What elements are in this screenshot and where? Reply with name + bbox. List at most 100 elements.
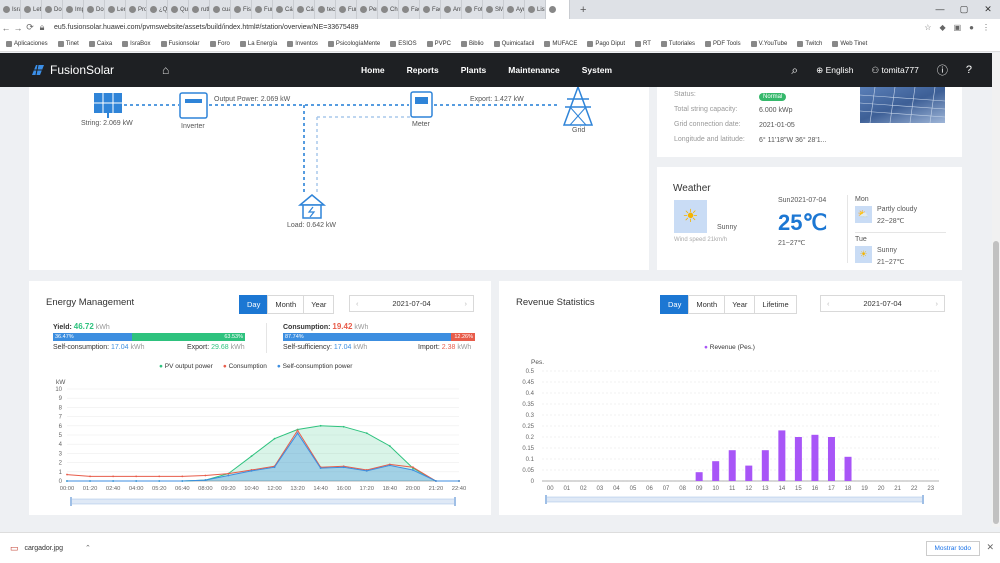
bookmark-item[interactable]: ESIOS bbox=[390, 40, 417, 47]
new-tab-icon[interactable]: + bbox=[580, 4, 586, 16]
browser-tab[interactable]: Dor bbox=[42, 0, 63, 19]
menu-plants[interactable]: Plants bbox=[461, 65, 487, 75]
browser-tab[interactable]: Cál: bbox=[294, 0, 315, 19]
profile-icon[interactable]: ● bbox=[969, 23, 974, 32]
browser-tab[interactable]: Pro bbox=[126, 0, 147, 19]
bookmark-item[interactable]: Aplicaciones bbox=[6, 40, 48, 47]
search-icon[interactable]: ⌕ bbox=[791, 63, 798, 78]
revenue-date-picker[interactable]: ‹ 2021-07-04 › bbox=[820, 295, 945, 312]
bookmark-item[interactable]: Quimicafacil bbox=[493, 40, 534, 47]
bookmark-item[interactable]: PDF Tools bbox=[705, 40, 741, 47]
browser-tab[interactable]: cua: bbox=[210, 0, 231, 19]
browser-tab[interactable]: Fun bbox=[336, 0, 357, 19]
tab-year[interactable]: Year bbox=[303, 295, 335, 314]
legend-self-consumption[interactable]: ● Self-consumption power bbox=[277, 363, 352, 370]
bookmark-item[interactable]: Foro bbox=[209, 40, 230, 47]
show-all-button[interactable]: Mostrar todo bbox=[925, 541, 980, 556]
browser-tab[interactable]: Imp bbox=[63, 0, 84, 19]
url-input[interactable]: eu5.fusionsolar.huawei.com/pvmswebsite/a… bbox=[54, 24, 924, 31]
browser-tab[interactable]: ruth bbox=[189, 0, 210, 19]
more-icon[interactable]: ⋮ bbox=[982, 23, 990, 32]
browser-tab[interactable]: List bbox=[525, 0, 546, 19]
language-selector[interactable]: ⊕ English bbox=[816, 65, 853, 76]
browser-tab[interactable]: Foti bbox=[462, 0, 483, 19]
tab-year[interactable]: Year bbox=[724, 295, 756, 314]
fusionsolar-logo[interactable]: FusionSolar bbox=[30, 63, 114, 77]
minimize-icon[interactable]: — bbox=[928, 4, 952, 15]
bookmark-item[interactable]: Caixa bbox=[88, 40, 112, 47]
bookmark-item[interactable]: PVPC bbox=[426, 40, 451, 47]
scroll-thumb[interactable] bbox=[993, 241, 999, 524]
bookmark-item[interactable]: PsicologíaMente bbox=[327, 40, 380, 47]
browser-tab[interactable]: Chil bbox=[378, 0, 399, 19]
browser-tab[interactable]: Fac bbox=[399, 0, 420, 19]
browser-tab[interactable]: Cál: bbox=[273, 0, 294, 19]
browser-tab[interactable] bbox=[546, 0, 570, 19]
star-icon[interactable]: ☆ bbox=[924, 23, 931, 32]
browser-tab[interactable]: tecr bbox=[315, 0, 336, 19]
bookmark-item[interactable]: MUFACE bbox=[544, 40, 577, 47]
back-icon[interactable]: ← bbox=[0, 23, 12, 33]
tab-day[interactable]: Day bbox=[660, 295, 690, 314]
energy-date-picker[interactable]: ‹ 2021-07-04 › bbox=[349, 295, 474, 312]
browser-tab[interactable]: Ant bbox=[441, 0, 462, 19]
browser-tab[interactable]: Dor bbox=[84, 0, 105, 19]
bookmark-item[interactable]: Web Tinet bbox=[832, 40, 867, 47]
prev-date-icon[interactable]: ‹ bbox=[356, 299, 359, 308]
close-icon[interactable]: ✕ bbox=[986, 542, 994, 553]
bookmark-item[interactable]: Twitch bbox=[797, 40, 822, 47]
browser-tab[interactable]: Fac bbox=[420, 0, 441, 19]
tab-month[interactable]: Month bbox=[688, 295, 726, 314]
browser-tab[interactable]: Fun bbox=[252, 0, 273, 19]
bookmark-item[interactable]: Tutoriales bbox=[660, 40, 695, 47]
bookmark-item[interactable]: Pago Diput bbox=[587, 40, 625, 47]
bookmark-item[interactable]: IsraBox bbox=[122, 40, 151, 47]
legend-consumption[interactable]: ● Consumption bbox=[223, 363, 267, 370]
user-menu[interactable]: ⚇ tomita777 bbox=[872, 65, 919, 76]
browser-tab[interactable]: Ayu bbox=[504, 0, 525, 19]
close-window-icon[interactable]: ✕ bbox=[976, 4, 1000, 15]
next-date-icon[interactable]: › bbox=[465, 299, 468, 308]
menu-home[interactable]: Home bbox=[361, 65, 385, 75]
tab-lifetime[interactable]: Lifetime bbox=[754, 295, 797, 314]
bookmark-item[interactable]: Fusionsolar bbox=[160, 40, 200, 47]
browser-tab[interactable]: SM bbox=[483, 0, 504, 19]
chevron-up-icon[interactable]: ⌃ bbox=[85, 544, 91, 552]
menu-maintenance[interactable]: Maintenance bbox=[508, 65, 560, 75]
forward-icon[interactable]: → bbox=[12, 23, 24, 33]
browser-tab[interactable]: Fisi bbox=[231, 0, 252, 19]
bookmark-item[interactable]: Tinet bbox=[57, 40, 79, 47]
browser-tab[interactable]: Qui bbox=[168, 0, 189, 19]
extension-icon[interactable]: ◆ bbox=[939, 23, 945, 32]
tab-day[interactable]: Day bbox=[239, 295, 269, 314]
browser-tab[interactable]: ¿Qu bbox=[147, 0, 168, 19]
bookmark-item[interactable]: RT bbox=[635, 40, 651, 47]
help-icon[interactable]: ? bbox=[966, 64, 972, 76]
prev-date-icon[interactable]: ‹ bbox=[827, 299, 830, 308]
reload-icon[interactable]: ⟳ bbox=[24, 22, 36, 33]
menu-reports[interactable]: Reports bbox=[407, 65, 439, 75]
plant-photo[interactable] bbox=[859, 86, 946, 124]
next-date-icon[interactable]: › bbox=[936, 299, 939, 308]
lock-icon[interactable]: 🔒︎ bbox=[36, 22, 48, 33]
extension-icon[interactable]: ▣ bbox=[954, 23, 962, 32]
page-scrollbar[interactable] bbox=[992, 53, 1000, 527]
bookmark-item[interactable]: V.YouTube bbox=[750, 40, 787, 47]
home-icon[interactable]: ⌂ bbox=[162, 63, 169, 77]
legend-pv[interactable]: ● PV output power bbox=[159, 363, 213, 370]
tab-favicon-icon bbox=[24, 6, 31, 13]
info-icon[interactable]: ⓘ bbox=[937, 62, 948, 78]
tab-month[interactable]: Month bbox=[267, 295, 305, 314]
bookmark-item[interactable]: Biblio bbox=[460, 40, 484, 47]
browser-tab[interactable]: Len bbox=[105, 0, 126, 19]
browser-tab[interactable]: Isra bbox=[0, 0, 21, 19]
revenue-legend[interactable]: ● Revenue (Pes.) bbox=[704, 344, 755, 351]
browser-tab[interactable]: Let bbox=[21, 0, 42, 19]
browser-tab[interactable]: Pen: bbox=[357, 0, 378, 19]
bookmark-item[interactable]: Inventos bbox=[287, 40, 318, 47]
data-point bbox=[411, 466, 414, 469]
download-filename[interactable]: cargador.jpg bbox=[25, 545, 64, 552]
menu-system[interactable]: System bbox=[582, 65, 612, 75]
bookmark-item[interactable]: La Energía bbox=[239, 40, 277, 47]
maximize-icon[interactable]: ▢ bbox=[952, 4, 976, 15]
